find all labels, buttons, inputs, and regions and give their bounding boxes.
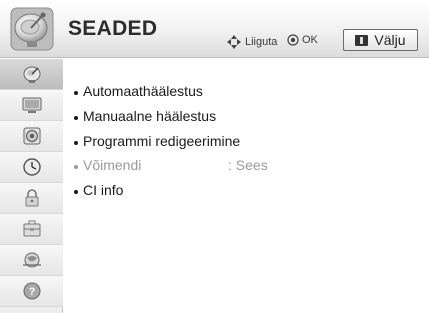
menu-item-label: Automaathäälestus — [83, 83, 203, 99]
menu-item-auto-tuning[interactable]: Automaathäälestus — [74, 83, 203, 99]
menu-item-manual-tuning[interactable]: Manuaalne häälestus — [74, 108, 216, 124]
sidebar-item-time[interactable] — [0, 152, 63, 183]
bullet — [74, 90, 78, 95]
lock-icon — [25, 189, 38, 207]
page-title: SEADED — [68, 17, 158, 40]
exit-button[interactable]: Välju — [343, 29, 418, 51]
toolbox-icon — [23, 220, 40, 237]
bullet — [74, 115, 78, 120]
clock-icon — [22, 158, 41, 176]
exit-button-label: Välju — [374, 32, 406, 48]
menu-item-label: Võimendi — [83, 157, 142, 173]
menu-item-ci-info[interactable]: CI info — [74, 182, 123, 198]
bullet — [74, 140, 78, 145]
bullet — [74, 164, 78, 169]
sidebar: ? — [0, 59, 63, 313]
menu-item-label: CI info — [83, 182, 124, 198]
sidebar-item-setup[interactable] — [0, 59, 63, 90]
settings-window: SEADED Liiguta OK Välju ? Automaathääles… — [0, 0, 429, 313]
menu-item-label: Programmi redigeerimine — [83, 133, 241, 149]
sidebar-item-network[interactable] — [0, 245, 63, 276]
settings-menu: Automaathäälestus Manuaalne häälestus Pr… — [64, 59, 429, 313]
sidebar-item-audio[interactable] — [0, 121, 63, 152]
menu-item-programme-edit[interactable]: Programmi redigeerimine — [74, 133, 240, 149]
ok-button-icon — [287, 34, 299, 46]
sidebar-item-lock[interactable] — [0, 183, 63, 214]
settings-satellite-dish-icon — [10, 7, 54, 51]
svg-text:?: ? — [28, 286, 35, 298]
exit-key-icon — [355, 34, 369, 46]
sidebar-item-option[interactable] — [0, 214, 63, 245]
speaker-icon — [23, 127, 40, 145]
move-hint-label: Liiguta — [245, 36, 278, 48]
move-hint: Liiguta — [226, 34, 277, 50]
arrows-navigate-icon — [227, 35, 241, 49]
sidebar-item-support[interactable]: ? — [0, 276, 63, 307]
satellite-dish-icon — [23, 66, 40, 83]
ok-hint: OK — [287, 34, 318, 46]
ok-hint-label: OK — [302, 34, 318, 46]
help-icon: ? — [23, 282, 40, 300]
bullet — [74, 189, 78, 194]
menu-item-booster: Võimendi : Sees — [74, 157, 268, 173]
sidebar-item-picture[interactable] — [0, 90, 63, 121]
network-globe-icon — [22, 252, 41, 268]
monitor-icon — [22, 97, 41, 113]
booster-value: : Sees — [228, 157, 268, 173]
menu-item-label: Manuaalne häälestus — [83, 108, 217, 124]
header: SEADED Liiguta OK Välju — [0, 0, 429, 58]
